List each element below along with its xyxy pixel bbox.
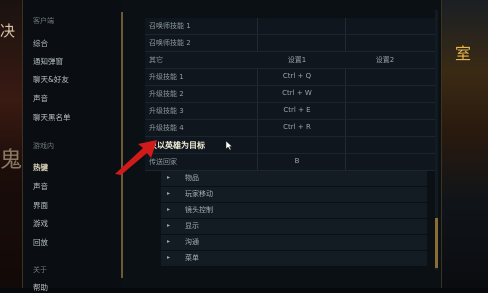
caret-right-icon: ▸ (167, 254, 171, 261)
section-label: 菜单 (185, 254, 199, 262)
red-arrow-icon (115, 140, 157, 175)
settings-panel: 客户端 综合 通知弹窗 聊天&好友 声音 聊天黑名单 游戏内 热键 声音 界面 … (22, 0, 442, 292)
settings-sidebar: 客户端 综合 通知弹窗 聊天&好友 声音 聊天黑名单 游戏内 热键 声音 界面 … (23, 0, 121, 292)
keybind-primary[interactable]: Ctrl + W (257, 89, 337, 97)
keybind-row[interactable]: 传送回家 B (145, 154, 435, 171)
keybind-primary[interactable]: Ctrl + Q (257, 72, 337, 80)
section-menu[interactable]: ▸ 菜单 (161, 251, 427, 267)
sidebar-item-ingame-sound[interactable]: 声音 (33, 181, 48, 192)
keybind-primary[interactable]: B (257, 157, 337, 165)
keybind-primary[interactable]: Ctrl + E (257, 106, 337, 114)
sidebar-item-sound[interactable]: 声音 (33, 93, 48, 104)
background-left-glyph: 决 (0, 22, 16, 40)
keybind-primary[interactable]: Ctrl + R (257, 123, 337, 131)
keybind-name: 升级技能 3 (149, 107, 184, 115)
section-communication[interactable]: ▸ 沟通 (161, 235, 427, 251)
keybind-row[interactable]: 召唤师技能 1 (145, 18, 435, 35)
keybind-name: 召唤师技能 2 (149, 39, 191, 47)
keybind-name: 升级技能 2 (149, 90, 184, 98)
keybind-row[interactable]: 升级技能 1 Ctrl + Q (145, 69, 435, 86)
caret-right-icon: ▸ (167, 190, 171, 197)
section-label: 沟通 (185, 238, 199, 246)
sidebar-item-interface[interactable]: 界面 (33, 200, 48, 211)
keybind-row-target-champions-only[interactable]: 只以英雄为目标 (145, 137, 435, 154)
caret-right-icon: ▸ (167, 238, 171, 245)
section-camera-control[interactable]: ▸ 镜头控制 (161, 203, 427, 219)
section-label: 镜头控制 (185, 206, 213, 214)
keybind-row[interactable]: 升级技能 4 Ctrl + R (145, 120, 435, 137)
caret-right-icon: ▸ (167, 206, 171, 213)
section-display[interactable]: ▸ 显示 (161, 219, 427, 235)
sidebar-section-about: 关于 (33, 266, 47, 274)
section-label: 显示 (185, 222, 199, 230)
column-header-secondary: 设置2 (375, 56, 395, 64)
sidebar-item-game[interactable]: 游戏 (33, 218, 48, 229)
keybind-row[interactable]: 升级技能 2 Ctrl + W (145, 86, 435, 103)
hotkey-list: 召唤师技能 1 召唤师技能 2 其它 设置1 设置2 升级技能 1 Ctrl +… (145, 18, 435, 288)
section-items[interactable]: ▸ 物品 (161, 171, 427, 187)
sidebar-item-general[interactable]: 综合 (33, 38, 48, 49)
keybind-name: 召唤师技能 1 (149, 22, 191, 30)
keybind-header-row: 其它 设置1 设置2 (145, 52, 435, 69)
caret-right-icon: ▸ (167, 174, 171, 181)
sidebar-item-replay[interactable]: 回放 (33, 237, 48, 248)
background-left-glyph-2: 鬼 (0, 148, 23, 173)
section-label: 玩家移动 (185, 190, 213, 198)
scrollbar-thumb[interactable] (435, 218, 438, 268)
sidebar-item-chat-blacklist[interactable]: 聊天黑名单 (33, 112, 71, 123)
section-label: 物品 (185, 174, 199, 182)
sidebar-item-notifications[interactable]: 通知弹窗 (33, 56, 63, 67)
caret-right-icon: ▸ (167, 222, 171, 229)
column-header-primary: 设置1 (287, 56, 307, 64)
column-header-name: 其它 (149, 56, 163, 64)
sidebar-item-hotkeys[interactable]: 热键 (33, 162, 48, 173)
keybind-name: 升级技能 4 (149, 124, 184, 132)
keybind-row[interactable]: 升级技能 3 Ctrl + E (145, 103, 435, 120)
keybind-row[interactable]: 召唤师技能 2 (145, 35, 435, 52)
mouse-cursor-icon (225, 140, 233, 151)
keybind-name: 升级技能 1 (149, 73, 184, 81)
sidebar-item-chat-friends[interactable]: 聊天&好友 (33, 74, 69, 85)
sidebar-section-ingame: 游戏内 (33, 142, 54, 150)
background-right-glyph: 室 (455, 44, 472, 63)
section-player-movement[interactable]: ▸ 玩家移动 (161, 187, 427, 203)
sidebar-section-client: 客户端 (33, 17, 54, 25)
